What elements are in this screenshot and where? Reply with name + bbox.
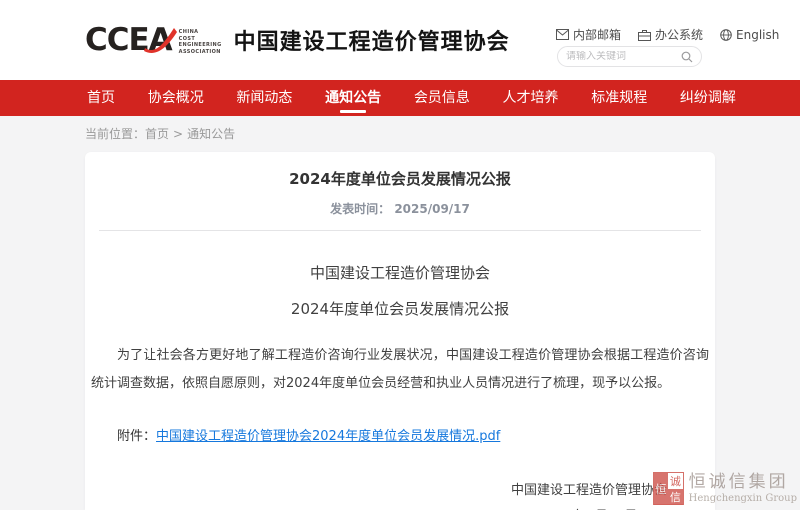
- attachment-label: 附件：: [117, 429, 156, 444]
- search-box: [557, 46, 702, 67]
- english-label: English: [736, 28, 779, 42]
- main-nav-inner: 首页 协会概况 新闻动态 通知公告 会员信息 人才培养 标准规程 纠纷调解: [85, 80, 738, 116]
- title-divider: [99, 230, 701, 231]
- main-nav: 首页 协会概况 新闻动态 通知公告 会员信息 人才培养 标准规程 纠纷调解: [0, 80, 800, 116]
- seal-char: 诚: [668, 473, 683, 489]
- article-meta: 发表时间： 2025/09/17: [85, 200, 715, 217]
- signature-org: 中国建设工程造价管理协会: [511, 478, 667, 504]
- publish-date-label: 发表时间：: [330, 202, 390, 216]
- internal-mail-link[interactable]: 内部邮箱: [556, 26, 621, 43]
- logo-subtext-line: ENGINEERING: [179, 42, 222, 49]
- logo-subtext: CHINA COST ENGINEERING ASSOCIATION: [179, 29, 222, 55]
- breadcrumb-prefix: 当前位置：: [85, 127, 145, 141]
- breadcrumb: 当前位置：首页 > 通知公告: [85, 125, 235, 142]
- breadcrumb-notices[interactable]: 通知公告: [187, 127, 235, 141]
- nav-item-news[interactable]: 新闻动态: [234, 80, 294, 116]
- article-signature: 中国建设工程造价管理协会 2025年9月17日: [511, 478, 667, 510]
- utility-links: 内部邮箱 办公系统 English: [556, 26, 779, 43]
- breadcrumb-home[interactable]: 首页: [145, 127, 169, 141]
- seal-char: 恒: [654, 473, 669, 505]
- logo-acronym-text: CCEA: [85, 22, 172, 58]
- logo-subtext-line: ASSOCIATION: [179, 49, 222, 56]
- hengchengxin-seal-icon: 恒 诚 信: [653, 472, 684, 505]
- nav-item-mediation[interactable]: 纠纷调解: [678, 80, 738, 116]
- mail-icon: [556, 29, 569, 40]
- nav-item-about[interactable]: 协会概况: [146, 80, 206, 116]
- search-input[interactable]: [566, 51, 681, 62]
- seal-char: 信: [668, 489, 683, 505]
- internal-mail-label: 内部邮箱: [573, 26, 621, 43]
- english-link[interactable]: English: [720, 28, 779, 42]
- attachment-pdf-link[interactable]: 中国建设工程造价管理协会2024年度单位会员发展情况.pdf: [156, 429, 500, 444]
- watermark-name-en: Hengchengxin Group: [689, 494, 797, 504]
- briefcase-icon: [638, 29, 651, 41]
- site-logo[interactable]: CCEA CHINA COST ENGINEERING ASSOCIATION …: [85, 21, 510, 59]
- article-title: 2024年度单位会员发展情况公报: [85, 152, 715, 189]
- nav-item-training[interactable]: 人才培养: [501, 80, 561, 116]
- nav-item-home[interactable]: 首页: [85, 80, 117, 116]
- nav-item-notices[interactable]: 通知公告: [323, 80, 383, 116]
- globe-icon: [720, 29, 732, 41]
- search-icon[interactable]: [681, 51, 693, 63]
- watermark-text: 恒诚信集团 Hengchengxin Group: [689, 474, 797, 504]
- breadcrumb-separator: >: [173, 127, 183, 141]
- hengchengxin-watermark: 恒 诚 信 恒诚信集团 Hengchengxin Group: [653, 472, 797, 505]
- site-header: CCEA CHINA COST ENGINEERING ASSOCIATION …: [0, 0, 800, 80]
- document-heading-org: 中国建设工程造价管理协会: [85, 262, 715, 283]
- watermark-name: 恒诚信集团: [689, 474, 797, 491]
- document-heading-title: 2024年度单位会员发展情况公报: [85, 298, 715, 319]
- article-paragraph: 为了让社会各方更好地了解工程造价咨询行业发展状况，中国建设工程造价管理协会根据工…: [91, 342, 709, 398]
- article-card: 2024年度单位会员发展情况公报 发表时间： 2025/09/17 中国建设工程…: [85, 152, 715, 510]
- nav-item-standards[interactable]: 标准规程: [589, 80, 649, 116]
- publish-date: 2025/09/17: [394, 202, 470, 216]
- nav-item-members[interactable]: 会员信息: [412, 80, 472, 116]
- site-title: 中国建设工程造价管理协会: [234, 24, 510, 56]
- attachment-row: 附件：中国建设工程造价管理协会2024年度单位会员发展情况.pdf: [91, 425, 709, 444]
- office-system-label: 办公系统: [655, 26, 703, 43]
- signature-date: 2025年9月17日: [511, 504, 667, 510]
- logo-acronym: CCEA: [85, 21, 172, 59]
- office-system-link[interactable]: 办公系统: [638, 26, 703, 43]
